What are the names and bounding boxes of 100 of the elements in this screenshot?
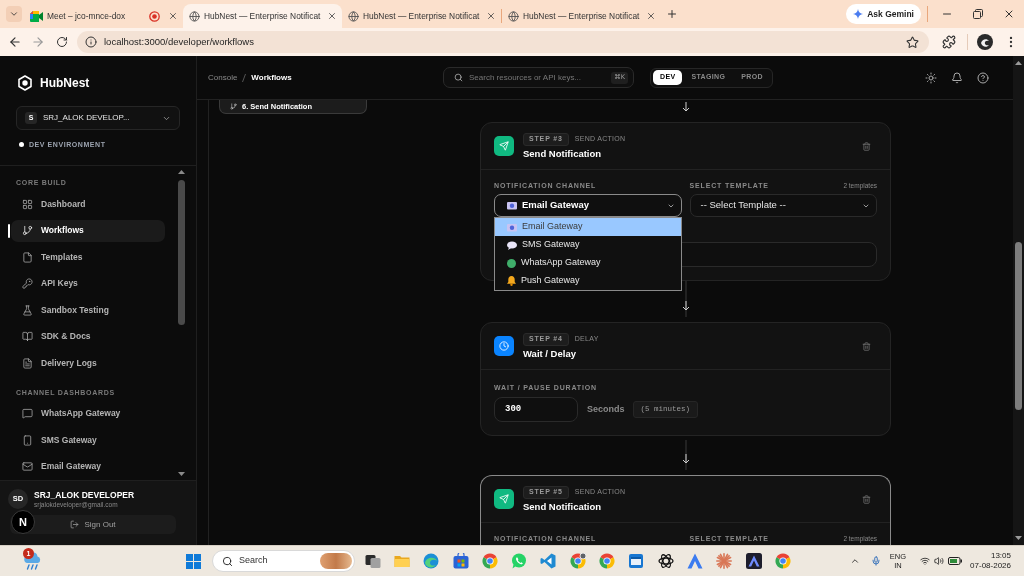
task-view-icon[interactable] [364, 553, 381, 569]
speech-bubble-icon [507, 240, 517, 250]
browser-logo-icon[interactable] [599, 553, 615, 569]
grid-icon [22, 198, 33, 210]
flask-icon [22, 304, 33, 316]
dev-indicator-button[interactable]: N [11, 510, 35, 534]
restore-icon[interactable] [972, 9, 983, 19]
nav-item[interactable]: Delivery Logs [11, 352, 165, 375]
browser-tab[interactable]: HubNest — Enterprise Notificat [183, 4, 342, 28]
file-icon [22, 251, 33, 263]
store-bag-icon[interactable] [452, 553, 469, 569]
nav-item[interactable]: Templates [11, 246, 165, 269]
brand-name: HubNest [40, 75, 90, 91]
nav-item[interactable]: Sandbox Testing [11, 299, 165, 322]
star-icon[interactable] [906, 35, 919, 49]
close-icon[interactable] [486, 11, 496, 21]
microphone-icon[interactable] [870, 556, 881, 566]
scroll-down-icon[interactable] [178, 472, 185, 476]
search-icon [222, 555, 233, 567]
scrollbar-thumb[interactable] [178, 180, 185, 325]
nav-item[interactable]: SDK & Docs [11, 325, 165, 348]
trash-icon[interactable] [862, 494, 871, 504]
puzzle-icon[interactable] [942, 35, 956, 49]
key-icon [22, 278, 33, 290]
back-icon[interactable] [8, 35, 22, 49]
browser-logo-icon[interactable] [774, 553, 791, 569]
branch-icon [230, 103, 237, 110]
address-bar[interactable]: localhost:3000/developer/workflows [77, 31, 929, 53]
site-info-icon[interactable] [85, 36, 97, 48]
down-arrow-icon [681, 102, 690, 112]
breadcrumb-link[interactable]: Console [208, 71, 238, 84]
step-title: Send Notification [523, 500, 603, 513]
help-icon[interactable] [977, 71, 989, 84]
hexagon-logo-icon [17, 75, 33, 91]
chat-bubble-icon [22, 408, 33, 420]
dropdown-option[interactable]: WhatsApp Gateway [495, 254, 681, 272]
step-title: Send Notification [523, 147, 603, 160]
duration-input[interactable]: 300 [494, 397, 578, 422]
nav-item[interactable]: Workflows [11, 219, 165, 242]
new-tab-icon[interactable] [666, 8, 678, 20]
envelope-icon [507, 222, 517, 232]
illustration-placeholder [320, 553, 352, 569]
round-dot-icon [507, 258, 516, 268]
active-indicator [8, 223, 10, 238]
profile-avatar-icon[interactable] [977, 34, 993, 50]
scroll-down-icon[interactable] [1015, 536, 1022, 540]
connector-arrow [681, 281, 690, 317]
channel-select[interactable]: Email Gateway [494, 194, 682, 217]
scrollbar-thumb[interactable] [1015, 242, 1022, 410]
browser-tab[interactable]: Meet – jco-mnce-dox [24, 4, 183, 28]
book-icon [22, 331, 33, 343]
start-icon[interactable] [186, 553, 201, 569]
duration-unit: Seconds [587, 402, 625, 416]
paper-plane-icon [494, 136, 514, 156]
battery-icon[interactable] [948, 557, 963, 565]
sun-icon[interactable] [925, 71, 937, 84]
triangle-tile-icon[interactable] [745, 553, 762, 569]
clock-icon [494, 336, 514, 356]
browser-logo-icon[interactable] [569, 553, 586, 569]
app-window-icon[interactable] [628, 553, 645, 569]
nav-item[interactable]: SMS Gateway [11, 429, 165, 452]
dropdown-option[interactable]: SMS Gateway [495, 236, 681, 254]
code-editor-icon[interactable] [540, 553, 557, 569]
search-icon [454, 73, 463, 82]
breadcrumb-current: Workflows [251, 71, 292, 84]
bell-icon[interactable] [951, 71, 963, 84]
nav-item[interactable]: Email Gateway [11, 455, 165, 478]
bell-icon [507, 276, 516, 286]
phone-icon [22, 434, 33, 446]
browser-tab[interactable]: HubNest — Enterprise Notificat [342, 4, 501, 28]
globe-icon [348, 10, 359, 22]
browser-logo-icon[interactable] [481, 553, 498, 569]
triangle-logo-icon[interactable] [686, 553, 703, 569]
wifi-icon[interactable] [920, 556, 931, 566]
nav-item[interactable]: WhatsApp Gateway [11, 402, 165, 425]
close-icon[interactable] [646, 11, 656, 21]
nav-item[interactable]: Dashboard [11, 193, 165, 216]
template-select[interactable]: -- Select Template -- [689, 194, 877, 217]
knot-logo-icon[interactable] [657, 553, 674, 569]
swirl-logo-icon[interactable] [423, 553, 440, 569]
trash-icon[interactable] [862, 341, 871, 351]
sign-out-icon [70, 520, 80, 529]
dropdown-option[interactable]: Push Gateway [495, 272, 681, 290]
trash-icon[interactable] [862, 141, 871, 151]
starburst-icon[interactable] [716, 553, 733, 569]
dropdown-option[interactable]: Email Gateway [495, 218, 681, 236]
volume-icon[interactable] [934, 556, 945, 566]
scroll-up-icon[interactable] [1015, 61, 1022, 65]
assistant-button[interactable]: Ask Gemini [846, 4, 921, 24]
globe-icon [189, 10, 200, 22]
taskbar-clock[interactable]: 13:05 07-08-2026 [970, 551, 1011, 571]
nav-item[interactable]: API Keys [11, 272, 165, 295]
chevron-up-icon[interactable] [849, 556, 860, 566]
taskbar-search-field[interactable]: Search [212, 550, 355, 572]
browser-tab[interactable]: HubNest — Enterprise Notificat [502, 4, 661, 28]
close-icon[interactable] [327, 11, 337, 21]
scroll-up-icon[interactable] [178, 170, 185, 174]
close-icon[interactable] [168, 11, 178, 21]
reload-icon[interactable] [56, 36, 68, 48]
sparkle-icon [853, 9, 864, 19]
